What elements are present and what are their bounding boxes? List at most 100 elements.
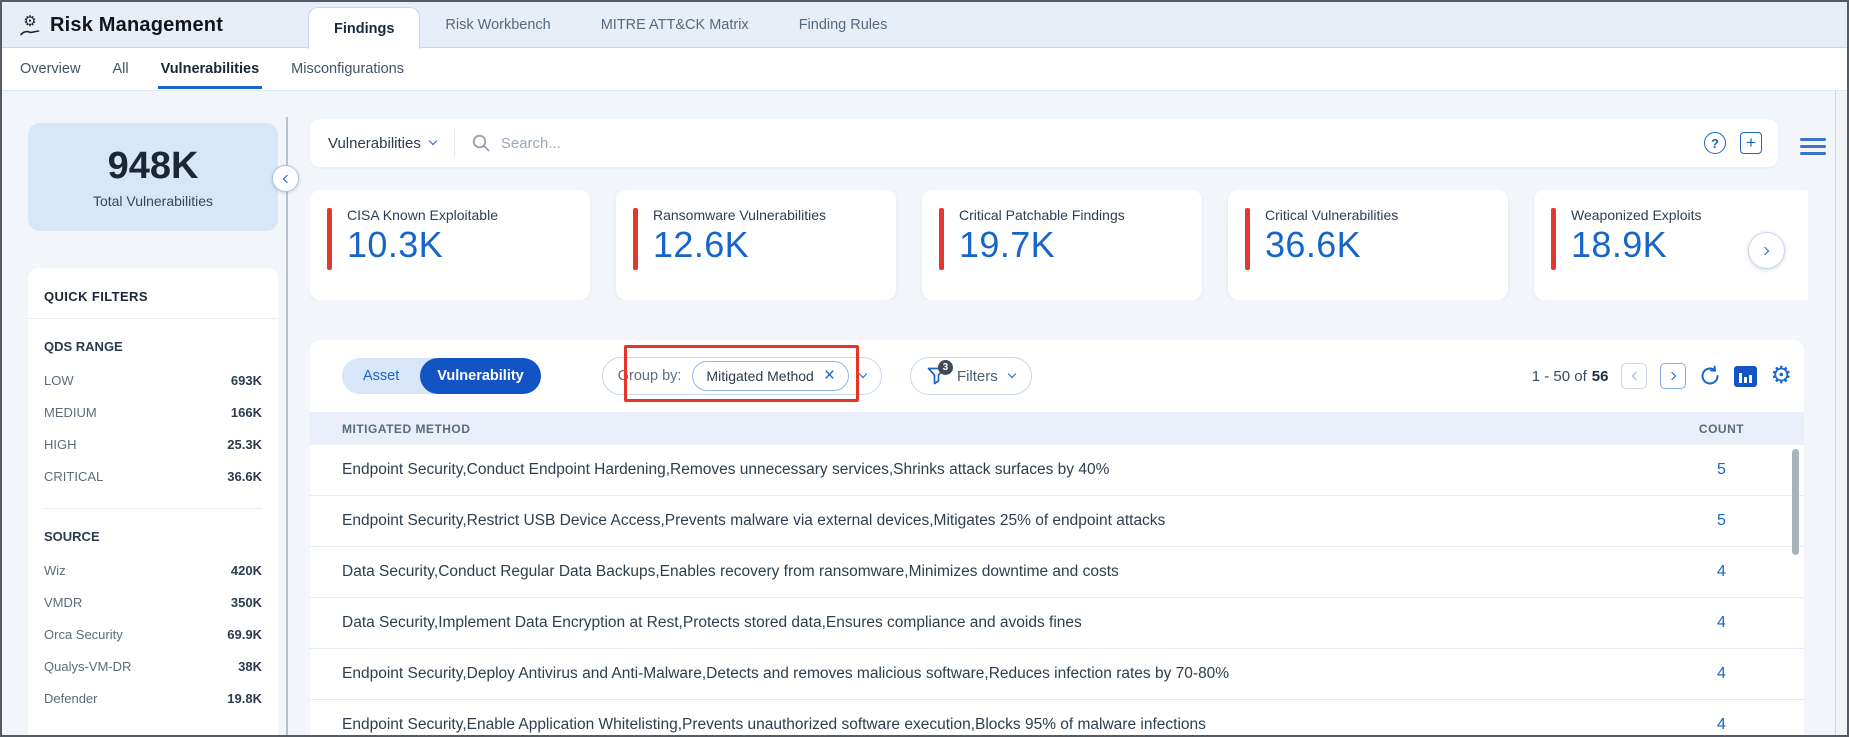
filter-row-orca-security[interactable]: Orca Security 69.9K: [44, 618, 262, 650]
red-accent-bar: [1245, 208, 1250, 270]
filter-row-critical[interactable]: CRITICAL 36.6K: [44, 460, 262, 492]
subnav-vulnerabilities[interactable]: Vulnerabilities: [157, 61, 262, 89]
filter-row-medium[interactable]: MEDIUM 166K: [44, 396, 262, 428]
column-header-mitigated-method[interactable]: MITIGATED METHOD: [310, 422, 1639, 436]
cell-mitigated-method: Endpoint Security,Restrict USB Device Ac…: [342, 512, 1166, 529]
card-critical-patchable-findings[interactable]: Critical Patchable Findings 19.7K: [922, 190, 1202, 300]
filter-row-defender[interactable]: Defender 19.8K: [44, 682, 262, 714]
findings-subnav: Overview All Vulnerabilities Misconfigur…: [2, 48, 1847, 91]
table-row[interactable]: Endpoint Security,Enable Application Whi…: [310, 700, 1804, 735]
filter-row-low[interactable]: LOW 693K: [44, 364, 262, 396]
cell-count[interactable]: 4: [1639, 614, 1804, 632]
pagination: 1 - 50 of 56 ⚙: [1532, 363, 1792, 389]
table-row[interactable]: Data Security,Implement Data Encryption …: [310, 598, 1804, 649]
results-panel: Asset Vulnerability Group by: Mitigated …: [310, 340, 1804, 735]
section-title: SOURCE: [44, 529, 100, 544]
app-title: Risk Management: [50, 13, 224, 36]
search-bar: Vulnerabilities ? +: [310, 119, 1778, 167]
red-accent-bar: [1551, 208, 1556, 270]
filter-row-wiz[interactable]: Wiz 420K: [44, 554, 262, 586]
cell-count[interactable]: 4: [1639, 563, 1804, 581]
filter-row-qualys-vm-dr[interactable]: Qualys-VM-DR 38K: [44, 650, 262, 682]
filters-label: Filters: [956, 367, 998, 385]
subnav-misconfigurations[interactable]: Misconfigurations: [291, 61, 404, 77]
card-title: CISA Known Exploitable: [347, 207, 498, 223]
card-cisa-known-exploitable[interactable]: CISA Known Exploitable 10.3K: [310, 190, 590, 300]
help-icon[interactable]: ?: [1704, 132, 1726, 154]
menu-icon[interactable]: [1800, 134, 1826, 159]
total-vulnerabilities-card: 948K Total Vulnerabilities: [28, 123, 278, 231]
refresh-icon[interactable]: [1699, 365, 1721, 387]
results-toolbar: Asset Vulnerability Group by: Mitigated …: [310, 340, 1804, 412]
next-page-button[interactable]: [1660, 363, 1687, 389]
source-section: SOURCE Wiz 420K VMDR 350K Orca Security …: [44, 508, 262, 714]
search-input[interactable]: [490, 134, 1704, 152]
sidebar-divider: [286, 117, 288, 735]
table-row[interactable]: Data Security,Conduct Regular Data Backu…: [310, 547, 1804, 598]
prev-page-button[interactable]: [1621, 363, 1648, 389]
toggle-asset[interactable]: Asset: [342, 358, 420, 394]
chip-close-icon[interactable]: ×: [824, 366, 835, 385]
card-value: 36.6K: [1265, 224, 1362, 265]
module-tabs: Findings Risk Workbench MITRE ATT&CK Mat…: [308, 2, 912, 49]
tab-mitre-attack-matrix[interactable]: MITRE ATT&CK Matrix: [576, 2, 774, 48]
chevron-right-icon: [1667, 371, 1677, 381]
divider: [453, 129, 455, 157]
search-icon: [471, 133, 491, 153]
card-title: Ransomware Vulnerabilities: [653, 207, 827, 223]
page-scrollbar-track[interactable]: [1835, 91, 1847, 735]
risk-management-app: ⚙ Risk Management Findings Risk Workbenc…: [0, 0, 1849, 737]
settings-gear-icon[interactable]: ⚙: [1770, 364, 1792, 388]
cell-mitigated-method: Endpoint Security,Conduct Endpoint Harde…: [342, 461, 1110, 478]
chart-view-icon[interactable]: [1734, 365, 1758, 387]
cell-count[interactable]: 4: [1639, 665, 1804, 683]
table-scrollbar-thumb[interactable]: [1792, 449, 1799, 555]
red-accent-bar: [633, 208, 638, 270]
table-row[interactable]: Endpoint Security,Conduct Endpoint Harde…: [310, 445, 1804, 496]
column-header-count[interactable]: COUNT: [1639, 422, 1804, 436]
total-count: 948K: [107, 145, 199, 187]
cell-mitigated-method: Data Security,Implement Data Encryption …: [342, 614, 1082, 631]
sidebar-collapse-button[interactable]: [272, 165, 299, 192]
add-icon[interactable]: +: [1740, 132, 1762, 154]
chevron-down-icon: [428, 136, 438, 146]
total-label: Total Vulnerabilities: [92, 193, 214, 209]
cell-mitigated-method: Endpoint Security,Enable Application Whi…: [342, 716, 1206, 733]
filters-count-badge: 3: [937, 360, 953, 375]
group-by-label: Group by:: [617, 368, 682, 384]
table-row[interactable]: Endpoint Security,Deploy Antivirus and A…: [310, 649, 1804, 700]
toggle-vulnerability[interactable]: Vulnerability: [420, 358, 541, 394]
red-accent-bar: [327, 208, 332, 270]
filter-row-vmdr[interactable]: VMDR 350K: [44, 586, 262, 618]
cell-count[interactable]: 4: [1639, 716, 1804, 734]
qds-range-section: QDS RANGE LOW 693K MEDIUM 166K HIGH 25.3…: [44, 319, 262, 492]
top-header: ⚙ Risk Management Findings Risk Workbenc…: [2, 2, 1847, 49]
subnav-all[interactable]: All: [112, 61, 128, 77]
group-by-chip[interactable]: Mitigated Method ×: [692, 361, 849, 391]
card-value: 19.7K: [959, 224, 1056, 265]
subnav-overview[interactable]: Overview: [20, 61, 80, 77]
red-accent-bar: [939, 208, 944, 270]
search-scope-label: Vulnerabilities: [328, 134, 421, 152]
tab-risk-workbench[interactable]: Risk Workbench: [420, 2, 575, 48]
pagination-total: 56: [1591, 367, 1609, 385]
filter-row-high[interactable]: HIGH 25.3K: [44, 428, 262, 460]
search-scope-dropdown[interactable]: Vulnerabilities: [310, 135, 454, 152]
risk-management-logo-icon: ⚙: [20, 14, 40, 36]
card-ransomware-vulnerabilities[interactable]: Ransomware Vulnerabilities 12.6K: [616, 190, 896, 300]
brand: ⚙ Risk Management: [20, 2, 223, 48]
cell-count[interactable]: 5: [1639, 461, 1804, 479]
quick-filters-title: QUICK FILTERS: [28, 268, 278, 319]
tab-finding-rules[interactable]: Finding Rules: [774, 2, 913, 48]
table-row[interactable]: Endpoint Security,Restrict USB Device Ac…: [310, 496, 1804, 547]
card-critical-vulnerabilities[interactable]: Critical Vulnerabilities 36.6K: [1228, 190, 1508, 300]
table-header: MITIGATED METHOD COUNT: [310, 412, 1804, 445]
card-title: Critical Vulnerabilities: [1265, 207, 1399, 223]
table-body: Endpoint Security,Conduct Endpoint Harde…: [310, 445, 1804, 735]
section-title: QDS RANGE: [44, 339, 123, 354]
chevron-down-icon[interactable]: [858, 369, 868, 379]
cell-count[interactable]: 5: [1639, 512, 1804, 530]
filters-button[interactable]: 3 Filters: [909, 357, 1032, 395]
cards-carousel-next-button[interactable]: [1748, 232, 1785, 269]
tab-findings[interactable]: Findings: [308, 7, 421, 49]
